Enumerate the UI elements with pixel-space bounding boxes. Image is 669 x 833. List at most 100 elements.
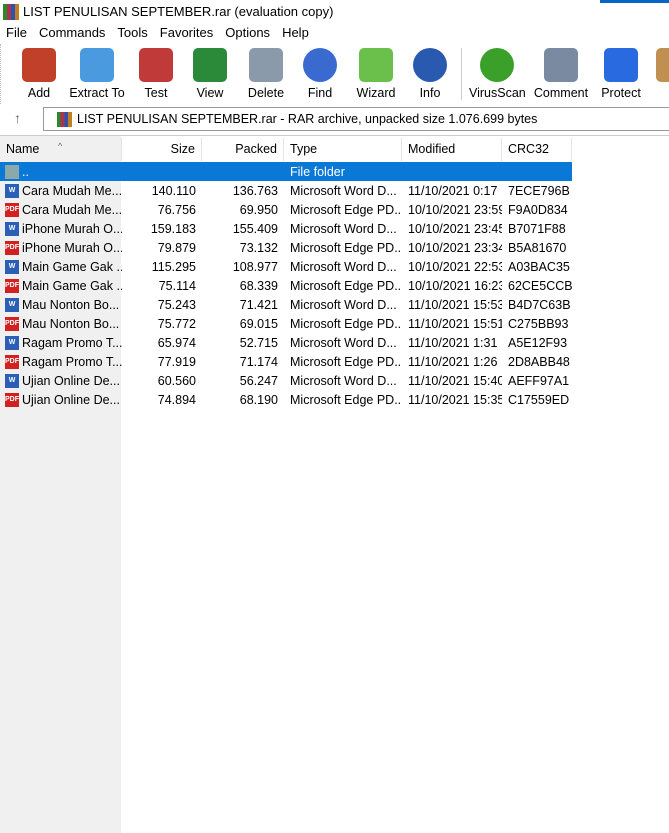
name-cell: W Mau Nonton Bo... [0, 297, 122, 312]
file-row[interactable]: PDF Cara Mudah Me... 76.756 69.950 Microsoft… [0, 200, 572, 219]
name-cell: PDF Ragam Promo T... [0, 354, 122, 369]
test-clipboard-icon [139, 48, 173, 82]
name-text: Ujian Online De... [22, 373, 120, 388]
type-cell: Microsoft Edge PD... [290, 392, 402, 407]
file-row[interactable]: WiPhone Murah O... 159.183 155.409 Microsof… [0, 219, 572, 238]
name-cell: PDF Main Game Gak ... [0, 278, 122, 293]
protect-button[interactable]: Protect [593, 48, 649, 100]
menu-options[interactable]: Options [219, 25, 276, 40]
button-label: Find [307, 86, 333, 100]
name-cell: .. [0, 164, 122, 179]
file-row[interactable]: PDF Main Game Gak ... 75.114 68.339 Microsof… [0, 276, 572, 295]
parent-folder-row[interactable]: .. File folder [0, 162, 572, 181]
type-cell: Microsoft Word D... [290, 259, 397, 274]
menu-commands[interactable]: Commands [33, 25, 111, 40]
virus-scan-icon [480, 48, 514, 82]
button-label: Wizard [356, 86, 396, 100]
file-row[interactable]: W Ujian Online De... 60.560 56.247 Microsoft… [0, 371, 572, 390]
file-row[interactable]: PDF iPhone Murah O... 79.879 73.132 Microsof… [0, 238, 572, 257]
packed-cell: 52.715 [239, 335, 278, 350]
view-button[interactable]: View [182, 48, 238, 100]
button-label: Extract To [69, 86, 125, 100]
word-document-icon: W [5, 259, 19, 274]
column-header-packed[interactable]: Packed [202, 138, 284, 161]
file-row[interactable]: PDF Ujian Online De... 74.894 68.190 Microso… [0, 390, 572, 409]
packed-cell: 69.950 [239, 202, 278, 217]
wizard-button[interactable]: Wizard [348, 48, 404, 100]
menu-help[interactable]: Help [276, 25, 315, 40]
type-cell: Microsoft Edge PD... [290, 278, 402, 293]
up-arrow-icon[interactable]: ↑ [14, 110, 21, 126]
rar-archive-icon [57, 111, 72, 127]
info-icon [413, 48, 447, 82]
packed-cell: 136.763 [232, 183, 278, 198]
name-text: iPhone Murah O... [22, 221, 122, 236]
toolbar-separator [461, 48, 462, 100]
button-label: Test [144, 86, 168, 100]
find-button[interactable]: Find [292, 48, 348, 100]
column-header-modified[interactable]: Modified [402, 138, 502, 161]
file-row[interactable]: W Mau Nonton Bo... 75.243 71.421 Microsoft W… [0, 295, 572, 314]
comment-button[interactable]: Comment [533, 48, 589, 100]
crc-cell: B4D7C63B [508, 297, 571, 312]
view-book-icon [193, 48, 227, 82]
file-row[interactable]: W Cara Mudah Me... 140.110 136.763 Microsoft… [0, 181, 572, 200]
add-button[interactable]: Add [11, 48, 67, 100]
packed-cell: 73.132 [239, 240, 278, 255]
name-cell: W Ujian Online De... [0, 373, 122, 388]
name-text: iPhone Murah O... [22, 240, 122, 255]
name-cell: PDF iPhone Murah O... [0, 240, 122, 255]
address-field[interactable]: LIST PENULISAN SEPTEMBER.rar - RAR archi… [43, 107, 669, 131]
file-row[interactable]: W Ragam Promo T... 65.974 52.715 Microsoft W… [0, 333, 572, 352]
modified-cell: 11/10/2021 0:17 [408, 183, 498, 198]
modified-cell: 11/10/2021 15:53 [408, 297, 502, 312]
menu-favorites[interactable]: Favorites [154, 25, 219, 40]
name-text: Main Game Gak ... [22, 259, 122, 274]
column-header-crc32[interactable]: CRC32 [502, 138, 572, 161]
size-cell: 76.756 [157, 202, 196, 217]
name-cell: W Ragam Promo T... [0, 335, 122, 350]
address-text: LIST PENULISAN SEPTEMBER.rar - RAR archi… [77, 112, 538, 126]
button-label: View [196, 86, 224, 100]
name-text: Cara Mudah Me... [22, 202, 122, 217]
name-text: Ragam Promo T... [22, 354, 122, 369]
column-header-size[interactable]: Size [122, 138, 202, 161]
shield-icon [604, 48, 638, 82]
virusscan-button[interactable]: VirusScan [469, 48, 526, 100]
file-row[interactable]: W Main Game Gak ... 115.295 108.977 Microsof… [0, 257, 572, 276]
delete-button[interactable]: Delete [238, 48, 294, 100]
address-bar: ↑ LIST PENULISAN SEPTEMBER.rar - RAR arc… [0, 106, 669, 132]
size-cell: 140.110 [151, 183, 196, 198]
button-label: Delete [247, 86, 285, 100]
extract-to-button[interactable]: Extract To [69, 48, 125, 100]
crc-cell: AEFF97A1 [508, 373, 570, 388]
name-cell: WiPhone Murah O... [0, 221, 122, 236]
packed-cell: 108.977 [232, 259, 278, 274]
button-label: Protect [601, 86, 641, 100]
size-cell: 79.879 [157, 240, 196, 255]
type-cell: Microsoft Word D... [290, 373, 397, 388]
test-button[interactable]: Test [128, 48, 184, 100]
file-row[interactable]: PDF Ragam Promo T... 77.919 71.174 Microsoft… [0, 352, 572, 371]
info-button[interactable]: Info [402, 48, 458, 100]
name-text: Ujian Online De... [22, 392, 120, 407]
file-list[interactable]: ^ Name Size Packed Type Modified CRC32 ..… [0, 135, 669, 833]
menu-file[interactable]: File [0, 25, 33, 40]
size-cell: 74.894 [157, 392, 196, 407]
button-label: S [645, 86, 669, 100]
column-headers: ^ Name Size Packed Type Modified CRC32 [0, 138, 572, 161]
column-header-type[interactable]: Type [284, 138, 402, 161]
sort-ascending-icon: ^ [58, 141, 63, 151]
name-cell: PDF Cara Mudah Me... [0, 202, 122, 217]
menu-tools[interactable]: Tools [111, 25, 153, 40]
sfx-box-icon [656, 48, 669, 82]
pdf-file-icon: PDF [5, 202, 19, 217]
trash-icon [249, 48, 283, 82]
pdf-file-icon: PDF [5, 240, 19, 255]
type-cell: Microsoft Edge PD... [290, 202, 402, 217]
s-button[interactable]: S [645, 48, 669, 100]
magic-wand-icon [359, 48, 393, 82]
packed-cell: 56.247 [239, 373, 278, 388]
column-header-name[interactable]: ^ Name [0, 138, 122, 161]
file-row[interactable]: PDF Mau Nonton Bo... 75.772 69.015 Microsoft… [0, 314, 572, 333]
